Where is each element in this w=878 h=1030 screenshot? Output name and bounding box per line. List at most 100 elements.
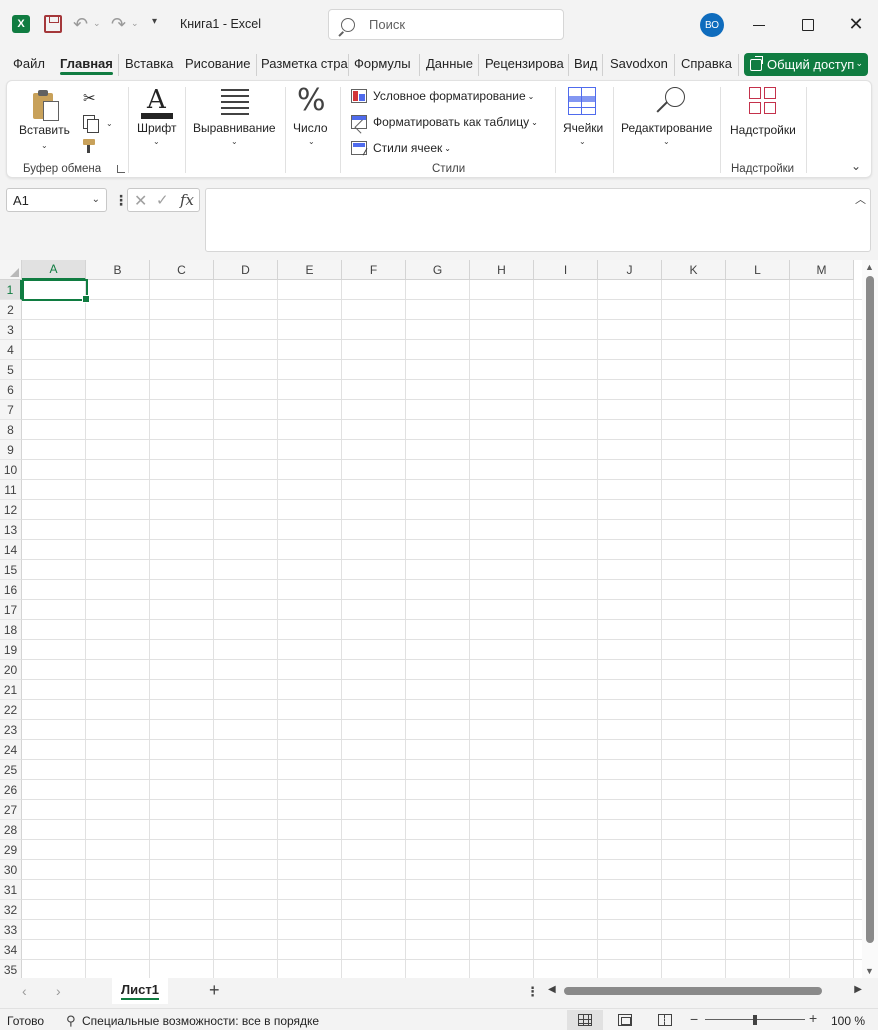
chevron-down-icon[interactable]: ⌄	[41, 141, 48, 150]
row-header-14[interactable]: 14	[0, 540, 22, 560]
cut-icon[interactable]: ✂	[83, 89, 96, 107]
redo-icon[interactable]: ↷	[111, 14, 126, 35]
collapse-formula-bar-icon[interactable]: ︿	[855, 191, 866, 207]
row-header-7[interactable]: 7	[0, 400, 22, 420]
active-cell-selection[interactable]	[22, 279, 90, 303]
row-header-9[interactable]: 9	[0, 440, 22, 460]
cell-styles-button[interactable]: Стили ячеек ⌄	[351, 141, 451, 155]
zoom-level[interactable]: 100 %	[831, 1014, 865, 1028]
column-header-l[interactable]: L	[726, 260, 790, 280]
column-header-b[interactable]: B	[86, 260, 150, 280]
editing-button[interactable]: Редактирование	[621, 121, 712, 135]
page-layout-view-button[interactable]	[607, 1010, 643, 1030]
column-header-i[interactable]: I	[534, 260, 598, 280]
row-header-18[interactable]: 18	[0, 620, 22, 640]
column-header-g[interactable]: G	[406, 260, 470, 280]
row-header-3[interactable]: 3	[0, 320, 22, 340]
row-header-4[interactable]: 4	[0, 340, 22, 360]
row-header-10[interactable]: 10	[0, 460, 22, 480]
row-header-26[interactable]: 26	[0, 780, 22, 800]
redo-dropdown-icon[interactable]: ⌄	[131, 18, 139, 29]
scroll-left-icon[interactable]: ◀	[548, 984, 556, 995]
column-header-f[interactable]: F	[342, 260, 406, 280]
row-header-27[interactable]: 27	[0, 800, 22, 820]
font-icon[interactable]: A	[141, 85, 173, 119]
number-format-icon[interactable]: %	[297, 83, 326, 118]
alignment-icon[interactable]	[221, 89, 249, 115]
close-icon[interactable]: ✕	[848, 14, 863, 34]
row-header-32[interactable]: 32	[0, 900, 22, 920]
tab-page-layout[interactable]: Разметка стра	[261, 56, 348, 71]
tab-savodxon[interactable]: Savodxon	[610, 56, 668, 71]
cells-area[interactable]	[22, 280, 862, 978]
add-sheet-icon[interactable]: +	[209, 980, 220, 1001]
accessibility-icon[interactable]: ⚲	[66, 1013, 80, 1028]
column-header-h[interactable]: H	[470, 260, 534, 280]
chevron-down-icon[interactable]: ⌄	[663, 137, 670, 146]
row-header-23[interactable]: 23	[0, 720, 22, 740]
row-header-22[interactable]: 22	[0, 700, 22, 720]
scroll-up-icon[interactable]: ▲	[865, 262, 874, 272]
undo-dropdown-icon[interactable]: ⌄	[93, 18, 101, 29]
column-header-e[interactable]: E	[278, 260, 342, 280]
scroll-right-icon[interactable]: ▶	[854, 984, 862, 995]
row-header-17[interactable]: 17	[0, 600, 22, 620]
column-header-a[interactable]: A	[22, 260, 86, 280]
vertical-scrollbar[interactable]: ▲ ▼	[862, 260, 878, 978]
tab-review[interactable]: Рецензирова	[485, 56, 564, 71]
clipboard-launcher-icon[interactable]	[117, 165, 125, 173]
tab-view[interactable]: Вид	[574, 56, 598, 71]
column-header-k[interactable]: K	[662, 260, 726, 280]
number-button[interactable]: Число	[293, 121, 328, 135]
copy-icon[interactable]	[83, 115, 99, 133]
row-header-16[interactable]: 16	[0, 580, 22, 600]
row-header-28[interactable]: 28	[0, 820, 22, 840]
row-header-35[interactable]: 35	[0, 960, 22, 978]
tab-home[interactable]: Главная	[60, 56, 113, 75]
customize-quick-access-icon[interactable]: ▾	[152, 16, 157, 27]
select-all-corner[interactable]	[0, 260, 22, 280]
user-avatar[interactable]: ВО	[700, 13, 724, 37]
next-sheet-icon[interactable]: ›	[56, 983, 61, 999]
chevron-down-icon[interactable]: ⌄	[579, 137, 586, 146]
minimize-icon[interactable]	[752, 18, 766, 32]
zoom-slider-thumb[interactable]	[753, 1015, 757, 1025]
cancel-icon[interactable]: ✕	[134, 191, 147, 211]
insert-function-icon[interactable]: fx	[180, 191, 194, 209]
zoom-out-icon[interactable]: −	[690, 1011, 698, 1027]
format-as-table-button[interactable]: Форматировать как таблицу ⌄	[351, 115, 538, 129]
format-painter-icon[interactable]	[83, 139, 99, 153]
addins-button[interactable]: Надстройки	[730, 123, 796, 137]
column-header-m[interactable]: M	[790, 260, 854, 280]
horizontal-scrollbar[interactable]: ◀ ▶	[546, 984, 862, 998]
addins-icon[interactable]	[749, 87, 779, 117]
row-header-5[interactable]: 5	[0, 360, 22, 380]
zoom-in-icon[interactable]: +	[809, 1010, 817, 1026]
row-header-29[interactable]: 29	[0, 840, 22, 860]
more-options-icon[interactable]: ⋮	[114, 192, 128, 209]
chevron-down-icon[interactable]: ⌄	[231, 137, 238, 146]
sheet-tab-1[interactable]: Лист1	[112, 978, 168, 1004]
accessibility-status[interactable]: Специальные возможности: все в порядке	[82, 1014, 319, 1028]
tab-draw[interactable]: Рисование	[185, 56, 250, 71]
chevron-down-icon[interactable]: ⌄	[106, 119, 113, 128]
normal-view-button[interactable]	[567, 1010, 603, 1030]
alignment-button[interactable]: Выравнивание	[193, 121, 276, 135]
maximize-icon[interactable]	[802, 19, 814, 31]
tab-data[interactable]: Данные	[426, 56, 473, 71]
ribbon-options-chevron-icon[interactable]: ⌄	[851, 159, 861, 173]
chevron-down-icon[interactable]: ⌄	[92, 194, 100, 205]
find-icon[interactable]	[655, 85, 689, 119]
chevron-down-icon[interactable]: ⌄	[153, 137, 160, 146]
cells-button[interactable]: Ячейки	[563, 121, 603, 135]
row-header-8[interactable]: 8	[0, 420, 22, 440]
previous-sheet-icon[interactable]: ‹	[22, 983, 27, 999]
column-header-d[interactable]: D	[214, 260, 278, 280]
name-box[interactable]: A1 ⌄	[6, 188, 107, 212]
row-header-6[interactable]: 6	[0, 380, 22, 400]
tab-file[interactable]: Файл	[13, 56, 45, 71]
enter-icon[interactable]: ✓	[156, 191, 169, 209]
column-header-c[interactable]: C	[150, 260, 214, 280]
search-input[interactable]: Поиск	[328, 9, 564, 40]
row-header-25[interactable]: 25	[0, 760, 22, 780]
